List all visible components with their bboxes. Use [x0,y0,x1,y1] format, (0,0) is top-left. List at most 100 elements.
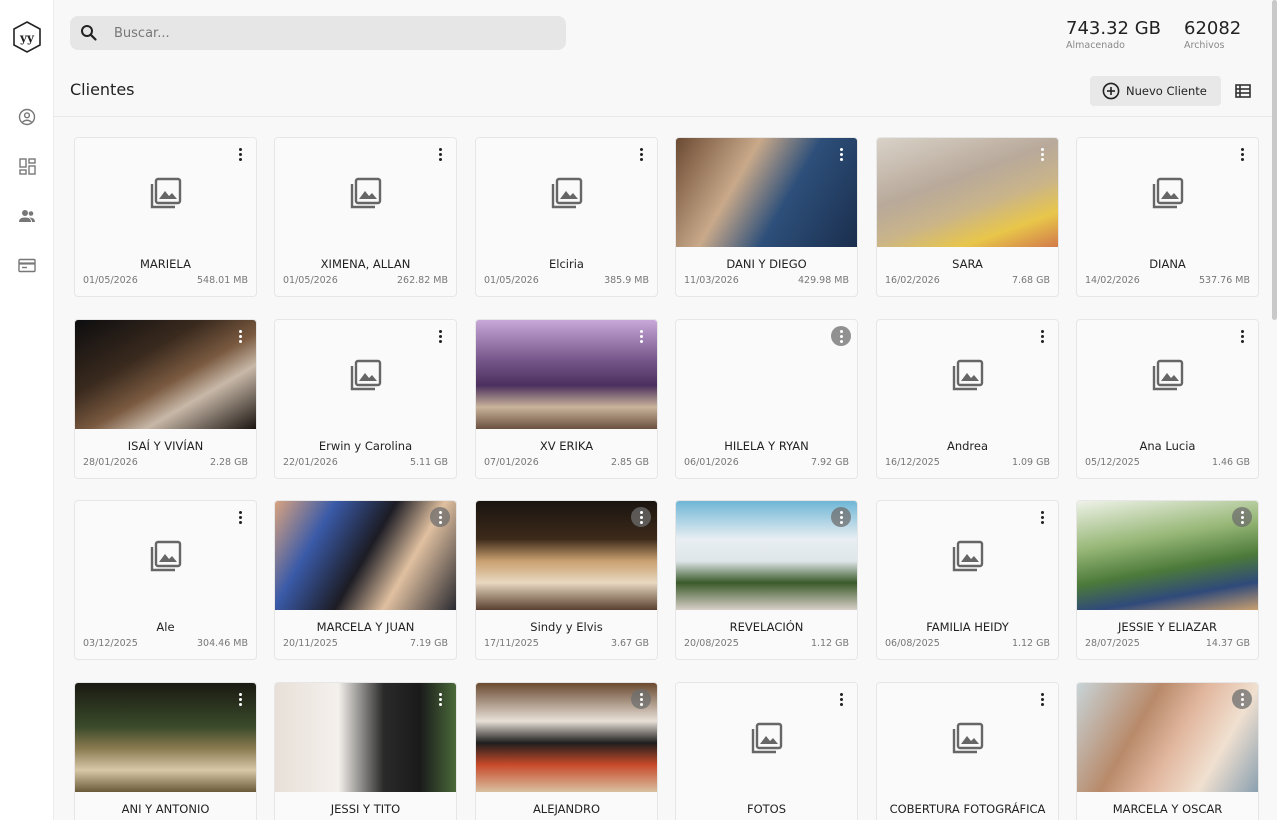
more-options-icon[interactable] [631,507,651,527]
more-options-icon[interactable] [230,326,250,346]
client-name: MARCELA Y OSCAR [1112,802,1223,816]
client-card[interactable]: JESSIE Y ELIAZAR 28/07/2025 14.37 GB [1076,500,1259,660]
client-date: 06/08/2025 [885,638,940,649]
image-placeholder-icon [275,138,456,247]
more-options-icon[interactable] [1232,689,1252,709]
client-name: Erwin y Carolina [318,439,413,453]
client-card[interactable]: Elciria 01/05/2026 385.9 MB [475,137,658,297]
client-size: 2.28 GB [209,457,248,468]
billing-icon[interactable] [17,255,37,275]
client-card[interactable]: DIANA 14/02/2026 537.76 MB [1076,137,1259,297]
client-name: ALEJANDRO [532,802,601,816]
scrollbar[interactable] [1272,0,1277,320]
more-options-icon[interactable] [430,507,450,527]
new-client-button[interactable]: Nuevo Cliente [1090,76,1221,106]
client-name: JESSIE Y ELIAZAR [1118,620,1217,634]
client-size: 7.92 GB [810,457,849,468]
client-card[interactable]: HILELA Y RYAN 06/01/2026 7.92 GB [675,319,858,479]
client-photo [676,501,857,610]
client-size: 429.98 MB [798,275,849,286]
more-options-icon[interactable] [430,326,450,346]
more-options-icon[interactable] [430,689,450,709]
more-options-icon[interactable] [631,144,651,164]
client-name: Andrea [946,439,989,453]
client-card[interactable]: XV ERIKA 07/01/2026 2.85 GB [475,319,658,479]
client-card[interactable]: XIMENA, ALLAN 01/05/2026 262.82 MB [274,137,457,297]
more-options-icon[interactable] [831,689,851,709]
more-options-icon[interactable] [631,326,651,346]
client-name: COBERTURA FOTOGRÁFICA [889,802,1046,816]
more-options-icon[interactable] [1032,326,1052,346]
more-options-icon[interactable] [831,326,851,346]
client-date: 17/11/2025 [484,638,539,649]
client-card[interactable]: MARCELA Y OSCAR [1076,682,1259,820]
client-card[interactable]: SARA 16/02/2026 7.68 GB [876,137,1059,297]
client-size: 5.11 GB [409,457,448,468]
image-placeholder-icon [877,320,1058,429]
client-size: 304.46 MB [197,638,248,649]
storage-label: Almacenado [1066,40,1125,51]
more-options-icon[interactable] [831,507,851,527]
client-card[interactable]: MARIELA 01/05/2026 548.01 MB [74,137,257,297]
client-card[interactable]: ALEJANDRO [475,682,658,820]
new-client-label: Nuevo Cliente [1126,84,1207,98]
client-card[interactable]: Ana Lucia 05/12/2025 1.46 GB [1076,319,1259,479]
client-name: FAMILIA HEIDY [926,620,1009,634]
image-placeholder-icon [275,320,456,429]
search-input[interactable] [114,25,534,41]
more-options-icon[interactable] [230,689,250,709]
more-options-icon[interactable] [631,689,651,709]
client-name: XV ERIKA [539,439,594,453]
clients-icon[interactable] [17,206,37,226]
files-value: 62082 [1184,18,1242,39]
app-logo[interactable]: yy [11,20,43,54]
client-card[interactable]: REVELACIÓN 20/08/2025 1.12 GB [675,500,858,660]
more-options-icon[interactable] [1032,689,1052,709]
client-size: 262.82 MB [397,275,448,286]
more-options-icon[interactable] [1232,144,1252,164]
client-card[interactable]: JESSI Y TITO [274,682,457,820]
client-name: FOTOS [746,802,787,816]
more-options-icon[interactable] [1232,326,1252,346]
client-date: 28/01/2026 [83,457,138,468]
client-photo [476,320,657,429]
client-name: REVELACIÓN [729,620,804,634]
dashboard-icon[interactable] [17,156,37,176]
more-options-icon[interactable] [1032,507,1052,527]
client-card[interactable]: MARCELA Y JUAN 20/11/2025 7.19 GB [274,500,457,660]
storage-stat: 743.32 GB Almacenado [1066,18,1161,52]
client-card[interactable]: DANI Y DIEGO 11/03/2026 429.98 MB [675,137,858,297]
profile-icon[interactable] [17,107,37,127]
client-name: ISAÍ Y VIVÍAN [127,439,204,453]
client-date: 20/11/2025 [283,638,338,649]
client-size: 1.09 GB [1011,457,1050,468]
more-options-icon[interactable] [430,144,450,164]
client-card[interactable]: COBERTURA FOTOGRÁFICA [876,682,1059,820]
client-size: 537.76 MB [1199,275,1250,286]
list-view-icon[interactable] [1235,83,1251,99]
search-bar[interactable] [70,16,566,50]
more-options-icon[interactable] [230,507,250,527]
client-date: 20/08/2025 [684,638,739,649]
client-name: MARCELA Y JUAN [316,620,415,634]
page-title: Clientes [70,80,135,99]
client-card[interactable]: ANI Y ANTONIO [74,682,257,820]
image-placeholder-icon [1077,138,1258,247]
image-placeholder-icon [75,501,256,610]
client-size: 7.68 GB [1011,275,1050,286]
more-options-icon[interactable] [1032,144,1052,164]
more-options-icon[interactable] [831,144,851,164]
more-options-icon[interactable] [230,144,250,164]
storage-value: 743.32 GB [1066,18,1162,39]
client-photo [476,683,657,792]
client-card[interactable]: Ale 03/12/2025 304.46 MB [74,500,257,660]
client-card[interactable]: FOTOS [675,682,858,820]
client-card[interactable]: ISAÍ Y VIVÍAN 28/01/2026 2.28 GB [74,319,257,479]
client-card[interactable]: Andrea 16/12/2025 1.09 GB [876,319,1059,479]
client-photo [275,683,456,792]
client-card[interactable]: Erwin y Carolina 22/01/2026 5.11 GB [274,319,457,479]
client-card[interactable]: Sindy y Elvis 17/11/2025 3.67 GB [475,500,658,660]
client-date: 11/03/2026 [684,275,739,286]
more-options-icon[interactable] [1232,507,1252,527]
client-card[interactable]: FAMILIA HEIDY 06/08/2025 1.12 GB [876,500,1059,660]
